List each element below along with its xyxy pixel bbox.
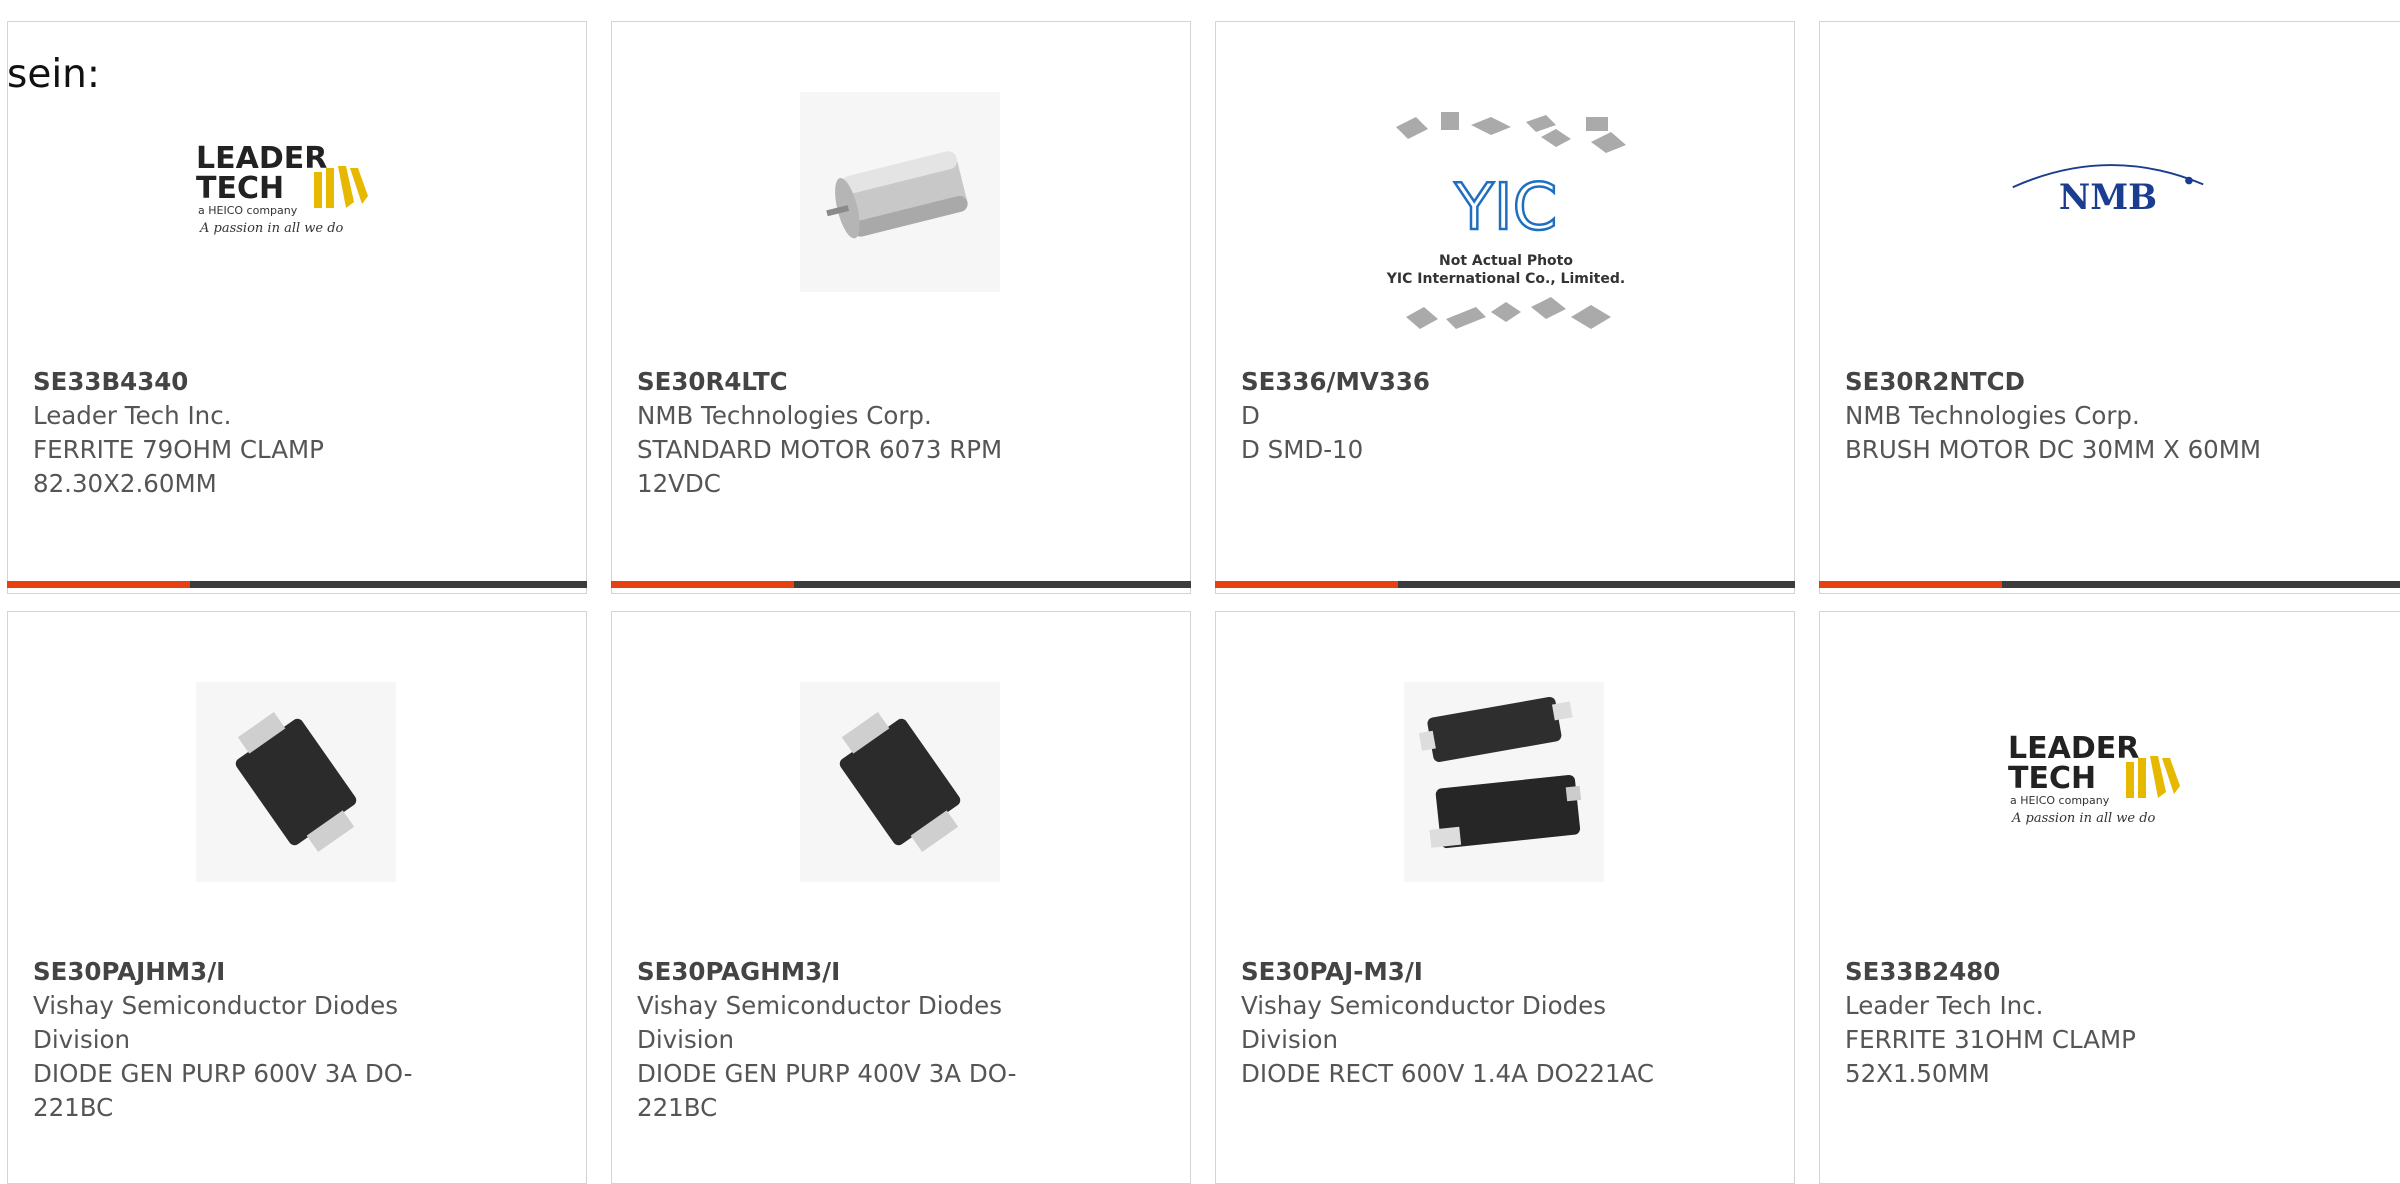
part-number-link[interactable]: SE30PAJHM3/I: [33, 955, 453, 989]
svg-text:A passion in all we do: A passion in all we do: [199, 221, 344, 236]
product-card[interactable]: SE30PAJ-M3/I Vishay Semiconductor Diodes…: [1215, 611, 1795, 1184]
svg-text:a HEICO company: a HEICO company: [198, 204, 298, 217]
manufacturer-name: Leader Tech Inc.: [1845, 991, 2044, 1020]
card-bottom-accent: [1215, 581, 1398, 588]
product-description: BRUSH MOTOR DC 30MM X 60MM: [1845, 435, 2262, 464]
diode-package-photo-icon: [196, 682, 396, 882]
card-bottom-bar: [1215, 581, 1795, 588]
product-description: DIODE GEN PURP 600V 3A DO-221BC: [33, 1059, 413, 1122]
svg-text:TECH: TECH: [2008, 761, 2096, 796]
svg-text:A passion in all we do: A passion in all we do: [2011, 811, 2156, 826]
manufacturer-name: NMB Technologies Corp.: [1845, 401, 2140, 430]
svg-text:a HEICO company: a HEICO company: [2010, 794, 2110, 807]
part-number-link[interactable]: SE336/MV336: [1241, 365, 1661, 399]
card-bottom-accent: [1819, 581, 2002, 588]
diode-pair-photo-icon: [1404, 682, 1604, 882]
manufacturer-name: NMB Technologies Corp.: [637, 401, 932, 430]
card-bottom-accent: [611, 581, 794, 588]
intro-text: sein:: [7, 52, 101, 97]
svg-text:TECH: TECH: [196, 171, 284, 206]
part-number-link[interactable]: SE33B2480: [1845, 955, 2265, 989]
leader-tech-logo-icon: LEADER TECH a HEICO company A passion in…: [196, 92, 396, 292]
product-card[interactable]: SE30PAJHM3/I Vishay Semiconductor Diodes…: [7, 611, 587, 1184]
card-bottom-bar: [7, 581, 587, 588]
svg-text:Not Actual Photo: Not Actual Photo: [1439, 253, 1573, 269]
product-card[interactable]: LEADER TECH a HEICO company A passion in…: [1819, 611, 2400, 1184]
product-card[interactable]: YIC Not Actual Photo YIC International C…: [1215, 21, 1795, 594]
manufacturer-name: D: [1241, 401, 1260, 430]
svg-text:YIC: YIC: [1454, 171, 1558, 245]
product-description: DIODE GEN PURP 400V 3A DO-221BC: [637, 1059, 1017, 1122]
manufacturer-name: Vishay Semiconductor Diodes Division: [1241, 991, 1606, 1054]
product-card[interactable]: SE30PAGHM3/I Vishay Semiconductor Diodes…: [611, 611, 1191, 1184]
part-number-link[interactable]: SE30R2NTCD: [1845, 365, 2265, 399]
product-description: DIODE RECT 600V 1.4A DO221AC: [1241, 1059, 1655, 1088]
svg-text:NMB: NMB: [2059, 178, 2157, 218]
product-card[interactable]: SE30R4LTC NMB Technologies Corp. STANDAR…: [611, 21, 1191, 594]
card-bottom-accent: [7, 581, 190, 588]
product-description: STANDARD MOTOR 6073 RPM 12VDC: [637, 435, 1003, 498]
leader-tech-logo-icon: LEADER TECH a HEICO company A passion in…: [2008, 682, 2208, 882]
product-card[interactable]: NMB SE30R2NTCD NMB Technologies Corp. BR…: [1819, 21, 2400, 594]
part-number-link[interactable]: SE30PAGHM3/I: [637, 955, 1057, 989]
card-bottom-bar: [611, 581, 1191, 588]
part-number-link[interactable]: SE30R4LTC: [637, 365, 1057, 399]
dc-motor-photo-icon: [800, 92, 1000, 292]
part-number-link[interactable]: SE33B4340: [33, 365, 453, 399]
manufacturer-name: Leader Tech Inc.: [33, 401, 232, 430]
product-description: FERRITE 79OHM CLAMP 82.30X2.60MM: [33, 435, 324, 498]
product-description: FERRITE 31OHM CLAMP 52X1.50MM: [1845, 1025, 2136, 1088]
diode-package-photo-icon: [800, 682, 1000, 882]
part-number-link[interactable]: SE30PAJ-M3/I: [1241, 955, 1661, 989]
manufacturer-name: Vishay Semiconductor Diodes Division: [637, 991, 1002, 1054]
product-card[interactable]: LEADER TECH a HEICO company A passion in…: [7, 21, 587, 594]
not-actual-photo-icon: YIC Not Actual Photo YIC International C…: [1366, 107, 1646, 367]
product-description: D SMD-10: [1241, 435, 1364, 464]
manufacturer-name: Vishay Semiconductor Diodes Division: [33, 991, 398, 1054]
svg-text:YIC International Co., Limited: YIC International Co., Limited.: [1386, 271, 1625, 287]
card-bottom-bar: [1819, 581, 2400, 588]
nmb-logo-icon: NMB: [2008, 92, 2208, 292]
